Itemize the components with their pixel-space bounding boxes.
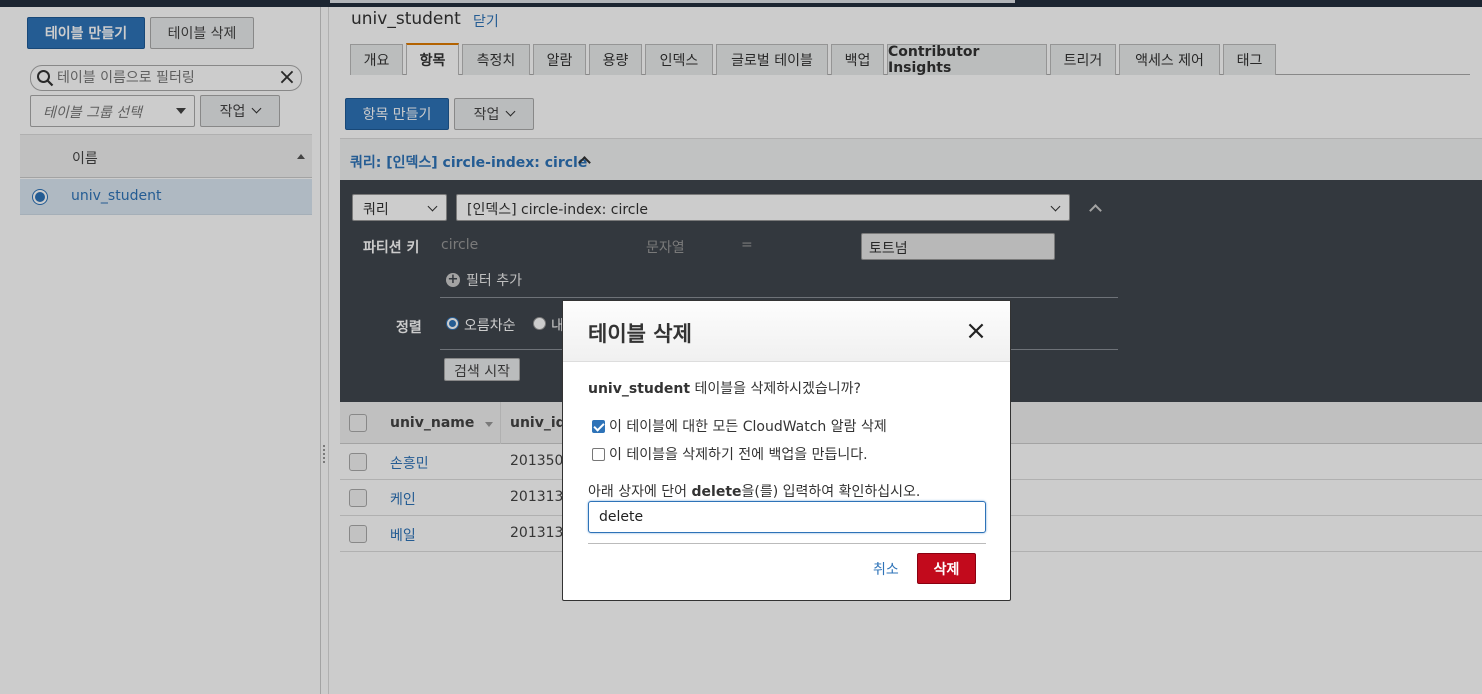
confirm-delete-button[interactable]: 삭제 xyxy=(917,553,976,584)
create-backup-label: 이 테이블을 삭제하기 전에 백업을 만듭니다. xyxy=(609,447,868,463)
question-text: 테이블을 삭제하시겠습니까? xyxy=(690,381,861,397)
instr-pre: 아래 상자에 단어 xyxy=(588,484,692,500)
create-backup-checkbox[interactable] xyxy=(592,447,605,461)
confirm-delete-input[interactable] xyxy=(588,501,986,533)
delete-table-dialog: 테이블 삭제 × univ_student 테이블을 삭제하시겠습니까? 이 테… xyxy=(562,300,1011,601)
create-backup-option[interactable]: 이 테이블을 삭제하기 전에 백업을 만듭니다. xyxy=(592,444,868,464)
dialog-divider xyxy=(588,543,986,544)
delete-alarms-label: 이 테이블에 대한 모든 CloudWatch 알람 삭제 xyxy=(609,419,887,435)
delete-alarms-checkbox[interactable] xyxy=(592,419,605,433)
dialog-header: 테이블 삭제 × xyxy=(563,301,1010,362)
dialog-title: 테이블 삭제 xyxy=(588,322,692,346)
delete-alarms-option[interactable]: 이 테이블에 대한 모든 CloudWatch 알람 삭제 xyxy=(592,416,887,436)
question-table-name: univ_student xyxy=(588,381,691,397)
instr-word: delete xyxy=(691,484,742,500)
instr-post: 을(를) 입력하여 확인하십시오. xyxy=(741,484,921,500)
close-icon[interactable]: × xyxy=(965,318,987,344)
delete-question: univ_student 테이블을 삭제하시겠습니까? xyxy=(588,378,861,398)
confirm-instruction: 아래 상자에 단어 delete을(를) 입력하여 확인하십시오. xyxy=(588,481,920,501)
cancel-button[interactable]: 취소 xyxy=(873,559,899,579)
